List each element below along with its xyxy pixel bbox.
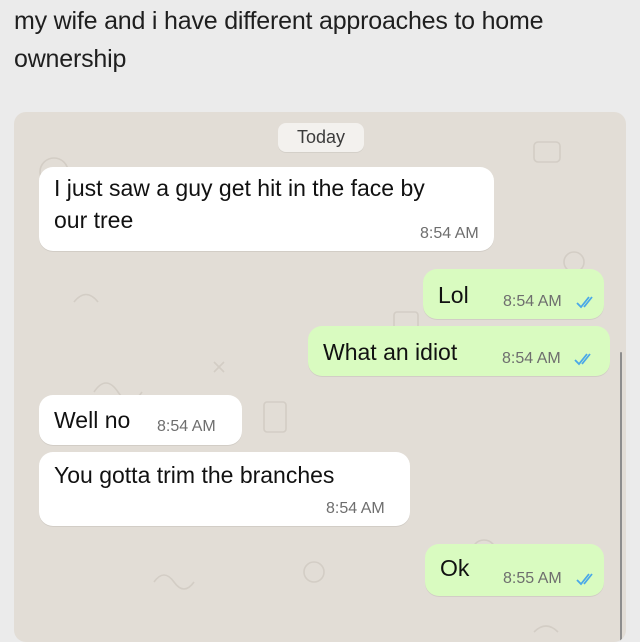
- message-timestamp: 8:54 AM: [420, 225, 479, 242]
- message-timestamp: 8:54 AM: [502, 350, 561, 367]
- message-timestamp: 8:54 AM: [326, 500, 385, 517]
- date-separator: Today: [278, 123, 364, 152]
- message-timestamp: 8:54 AM: [157, 418, 216, 435]
- message-text: Well no: [54, 407, 131, 433]
- message-text: I just saw a guy get hit in the face by: [54, 175, 425, 201]
- incoming-message-bubble[interactable]: I just saw a guy get hit in the face by …: [39, 167, 494, 251]
- chat-window[interactable]: Today I just saw a guy get hit in the fa…: [14, 112, 626, 642]
- post-caption: my wife and i have different approaches …: [14, 7, 544, 73]
- message-timestamp: 8:55 AM: [503, 570, 562, 587]
- read-receipt-icon: [574, 353, 591, 366]
- message-text: What an idiot: [323, 339, 458, 365]
- chat-scrollbar[interactable]: [620, 352, 622, 642]
- outgoing-message-bubble[interactable]: Ok 8:55 AM: [425, 544, 604, 596]
- read-receipt-icon: [576, 296, 593, 309]
- read-receipt-icon: [576, 573, 593, 586]
- outgoing-message-bubble[interactable]: Lol 8:54 AM: [423, 269, 604, 319]
- message-text: You gotta trim the branches: [54, 462, 335, 488]
- message-text: Lol: [438, 282, 469, 308]
- message-text: Ok: [440, 555, 470, 581]
- incoming-message-bubble[interactable]: You gotta trim the branches 8:54 AM: [39, 452, 410, 526]
- incoming-message-bubble[interactable]: Well no 8:54 AM: [39, 395, 242, 445]
- outgoing-message-bubble[interactable]: What an idiot 8:54 AM: [308, 326, 610, 376]
- message-timestamp: 8:54 AM: [503, 293, 562, 310]
- message-text: our tree: [54, 207, 134, 233]
